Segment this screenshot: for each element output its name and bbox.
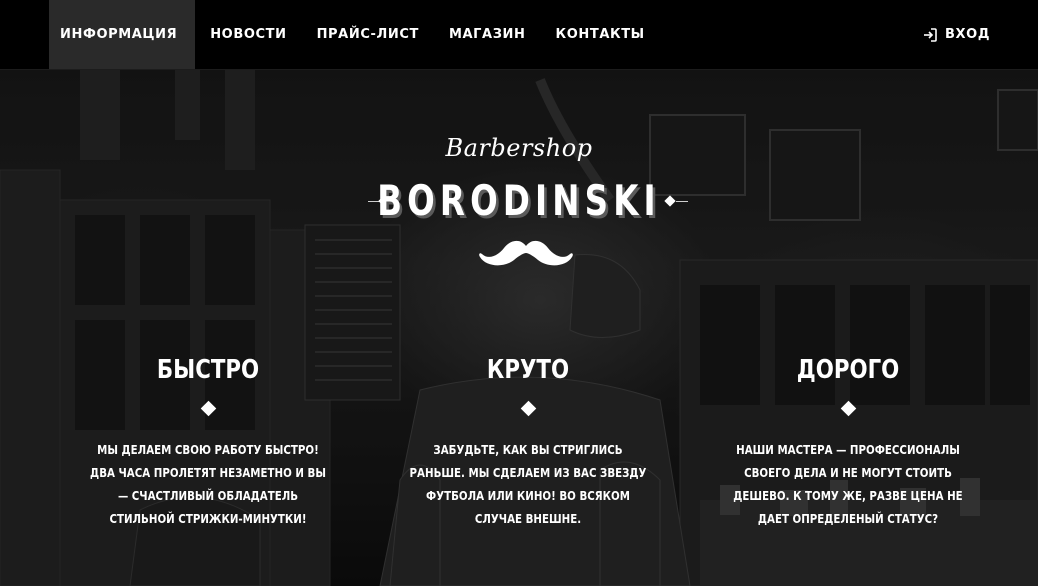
feature-title: БЫСТРО <box>156 355 260 385</box>
nav-item-price-list[interactable]: ПРАЙС-ЛИСТ <box>302 0 434 69</box>
brand-line-right <box>676 201 688 202</box>
feature-expensive: ДОРОГО НАШИ МАСТЕРА — ПРОФЕССИОНАЛЫ СВОЕ… <box>718 352 978 530</box>
feature-text: ЗАБУДЬТЕ, КАК ВЫ СТРИГЛИСЬ РАНЬШЕ. МЫ СД… <box>409 442 647 526</box>
feature-cool: КРУТО ЗАБУДЬТЕ, КАК ВЫ СТРИГЛИСЬ РАНЬШЕ.… <box>398 352 658 530</box>
feature-fast: БЫСТРО МЫ ДЕЛАЕМ СВОЮ РАБОТУ БЫСТРО! ДВА… <box>78 352 338 530</box>
feature-title: ДОРОГО <box>796 355 900 385</box>
nav-item-contacts[interactable]: КОНТАКТЫ <box>541 0 660 69</box>
mustache-icon <box>479 240 573 266</box>
nav-item-news[interactable]: НОВОСТИ <box>195 0 301 69</box>
login-icon <box>923 27 937 42</box>
top-navbar: ИНФОРМАЦИЯ НОВОСТИ ПРАЙС-ЛИСТ МАГАЗИН КО… <box>0 0 1038 70</box>
diamond-icon <box>520 400 536 417</box>
login-link[interactable]: ВХОД <box>923 0 990 69</box>
diamond-icon <box>200 400 216 417</box>
main-menu: ИНФОРМАЦИЯ НОВОСТИ ПРАЙС-ЛИСТ МАГАЗИН КО… <box>49 0 660 69</box>
brand-script: Barbershop <box>445 134 593 162</box>
feature-title: КРУТО <box>486 355 570 385</box>
page: ИНФОРМАЦИЯ НОВОСТИ ПРАЙС-ЛИСТ МАГАЗИН КО… <box>0 0 1038 586</box>
nav-item-info[interactable]: ИНФОРМАЦИЯ <box>49 0 196 69</box>
nav-item-shop[interactable]: МАГАЗИН <box>434 0 541 69</box>
brand-name: BORODINSKI <box>377 176 661 225</box>
diamond-icon <box>840 400 856 417</box>
login-label: ВХОД <box>945 27 990 42</box>
feature-text: НАШИ МАСТЕРА — ПРОФЕССИОНАЛЫ СВОЕГО ДЕЛА… <box>733 442 963 526</box>
feature-text: МЫ ДЕЛАЕМ СВОЮ РАБОТУ БЫСТРО! ДВА ЧАСА П… <box>90 442 326 526</box>
